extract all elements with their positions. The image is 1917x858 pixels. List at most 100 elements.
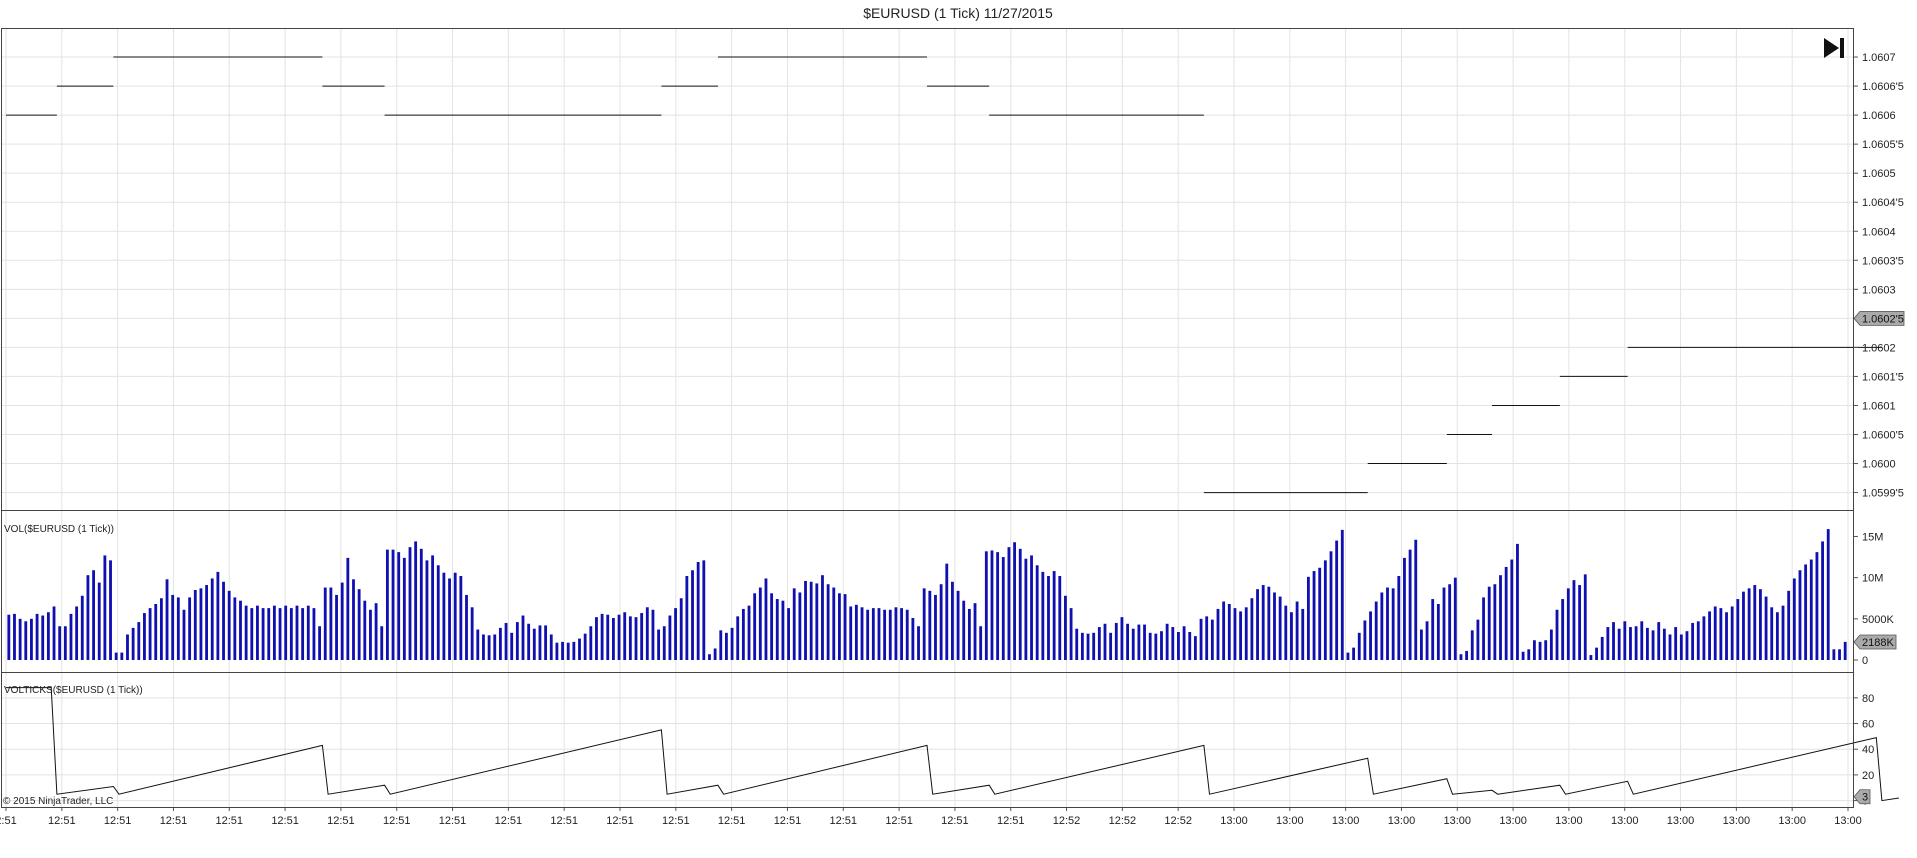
volume-bar[interactable]	[877, 608, 881, 660]
volume-bar[interactable]	[611, 618, 615, 660]
volume-bar[interactable]	[1725, 612, 1728, 660]
volume-bar[interactable]	[239, 600, 242, 660]
volume-bar[interactable]	[719, 630, 723, 660]
volume-bar[interactable]	[1346, 652, 1350, 660]
volume-bar[interactable]	[1679, 634, 1683, 660]
volume-bar[interactable]	[385, 549, 389, 660]
volume-bar[interactable]	[1521, 651, 1525, 660]
volume-bar[interactable]	[1250, 598, 1254, 660]
volume-bar[interactable]	[1617, 628, 1621, 660]
volume-bar[interactable]	[770, 593, 774, 660]
volume-bar[interactable]	[1544, 640, 1548, 660]
volume-bar[interactable]	[1606, 627, 1610, 660]
volume-bar[interactable]	[578, 638, 581, 660]
volume-bar[interactable]	[572, 641, 576, 660]
volume-bar[interactable]	[1080, 632, 1084, 660]
volume-bar[interactable]	[894, 607, 898, 660]
volume-bar[interactable]	[1623, 621, 1627, 660]
volume-bar[interactable]	[1391, 588, 1395, 660]
volume-bar[interactable]	[1340, 529, 1344, 660]
volume-bar[interactable]	[883, 609, 887, 660]
volume-bar[interactable]	[335, 594, 338, 660]
volume-bar[interactable]	[323, 587, 327, 660]
volume-bar[interactable]	[708, 654, 711, 660]
volume-bar[interactable]	[1657, 622, 1661, 660]
volume-bar[interactable]	[13, 613, 16, 660]
volume-bar[interactable]	[1600, 636, 1604, 660]
volume-bar[interactable]	[973, 603, 977, 660]
volume-bar[interactable]	[357, 589, 361, 660]
volume-bar[interactable]	[1487, 586, 1491, 660]
volume-bar[interactable]	[1199, 618, 1203, 660]
volume-bar[interactable]	[295, 605, 299, 660]
volume-bar[interactable]	[979, 626, 983, 660]
volume-bar[interactable]	[1007, 547, 1011, 660]
volume-bar[interactable]	[442, 572, 446, 660]
volume-bar[interactable]	[131, 627, 135, 660]
volume-bar[interactable]	[1764, 596, 1768, 660]
volume-bar[interactable]	[1064, 595, 1067, 660]
volume-bar[interactable]	[1775, 612, 1779, 660]
volume-bar[interactable]	[210, 578, 214, 660]
volume-bar[interactable]	[1205, 616, 1209, 660]
volume-bar[interactable]	[1843, 641, 1847, 660]
volume-bar[interactable]	[52, 606, 56, 660]
volume-bar[interactable]	[176, 597, 180, 660]
volume-bar[interactable]	[1171, 627, 1175, 660]
volume-bar[interactable]	[318, 626, 322, 660]
volume-bar[interactable]	[1787, 590, 1791, 660]
volume-bar[interactable]	[1730, 606, 1734, 660]
volume-bar[interactable]	[493, 634, 497, 660]
volume-bar[interactable]	[1753, 585, 1757, 660]
volume-bar[interactable]	[306, 605, 310, 660]
volume-bar[interactable]	[996, 552, 1000, 660]
volume-bar[interactable]	[1578, 585, 1582, 660]
volume-bar[interactable]	[1662, 628, 1666, 660]
volume-bar[interactable]	[1572, 580, 1576, 660]
volume-bar[interactable]	[606, 614, 610, 660]
volume-bar[interactable]	[589, 626, 593, 660]
volume-bar[interactable]	[24, 621, 28, 660]
volume-bar[interactable]	[617, 614, 621, 660]
volume-bar[interactable]	[256, 605, 259, 660]
volume-bar[interactable]	[549, 634, 553, 660]
volume-bar[interactable]	[419, 548, 423, 660]
volume-bar[interactable]	[1193, 636, 1197, 660]
volume-bar[interactable]	[860, 607, 864, 660]
volume-bar[interactable]	[1148, 632, 1152, 660]
volume-bar[interactable]	[1397, 576, 1401, 660]
volume-bar[interactable]	[1306, 576, 1310, 660]
volume-bar[interactable]	[363, 600, 367, 660]
volume-bar[interactable]	[1448, 584, 1452, 660]
volume-bar[interactable]	[1024, 558, 1028, 660]
volume-bar[interactable]	[1792, 578, 1796, 660]
volume-bar[interactable]	[301, 608, 305, 660]
volume-bar[interactable]	[137, 622, 141, 660]
volume-bar[interactable]	[798, 592, 802, 660]
volume-bar[interactable]	[1256, 589, 1259, 660]
volume-bar[interactable]	[1629, 627, 1632, 660]
volume-bar[interactable]	[781, 600, 785, 660]
volume-bar[interactable]	[436, 565, 440, 660]
volume-bar[interactable]	[1482, 597, 1485, 660]
volume-bar[interactable]	[1702, 616, 1706, 660]
volume-bar[interactable]	[1188, 632, 1192, 660]
volume-bar[interactable]	[414, 541, 418, 660]
volume-bar[interactable]	[1561, 599, 1565, 660]
volume-bar[interactable]	[747, 605, 751, 660]
volume-bar[interactable]	[143, 613, 146, 660]
volume-bar[interactable]	[628, 616, 632, 660]
volume-bar[interactable]	[199, 588, 203, 660]
volume-bar[interactable]	[527, 623, 531, 660]
volume-bar[interactable]	[1369, 611, 1372, 660]
volume-bar[interactable]	[917, 626, 920, 660]
volume-bar[interactable]	[674, 608, 677, 660]
volume-bar[interactable]	[272, 605, 276, 660]
volume-bar[interactable]	[1668, 634, 1672, 660]
volume-bar[interactable]	[922, 588, 926, 660]
volume-bar[interactable]	[476, 629, 480, 660]
volume-bar[interactable]	[1143, 624, 1146, 660]
volume-bar[interactable]	[691, 570, 694, 660]
volume-bar[interactable]	[448, 578, 451, 660]
volume-bar[interactable]	[753, 593, 757, 660]
